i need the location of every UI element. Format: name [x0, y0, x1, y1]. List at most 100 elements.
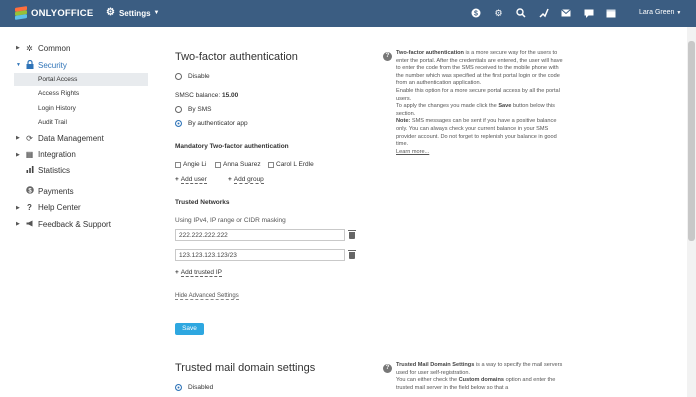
user-chip[interactable]: Angie Li: [175, 161, 207, 168]
user-chip-label: Anna Suarez: [223, 161, 261, 168]
user-icon: [175, 161, 181, 168]
hide-advanced-settings-link[interactable]: Hide Advanced Settings: [175, 293, 239, 300]
chevron-down-icon: ▼: [153, 10, 160, 16]
feed-icon[interactable]: [538, 7, 550, 19]
sidebar-item-label: Integration: [38, 150, 76, 159]
question-icon: ?: [27, 203, 32, 212]
help-term: Trusted Mail Domain Settings: [396, 362, 475, 368]
trash-icon[interactable]: [348, 230, 356, 239]
expand-arrow-icon[interactable]: ▶: [16, 135, 22, 141]
sidebar-item-feedback[interactable]: ▶ Feedback & Support: [16, 218, 111, 230]
save-button[interactable]: Save: [175, 323, 204, 335]
refresh-icon: ⟳: [26, 133, 33, 143]
user-chip[interactable]: Carol L Erdle: [268, 161, 314, 168]
user-name: Lara Green: [639, 9, 675, 16]
add-group-label: Add group: [233, 176, 264, 184]
learn-more-link[interactable]: Learn more...: [396, 149, 429, 155]
trusted-networks-title: Trusted Networks: [175, 199, 230, 206]
mail-help-text: Trusted Mail Domain Settings is a way to…: [396, 362, 566, 392]
section-title: Two-factor authentication: [175, 51, 298, 63]
plus-icon: +: [175, 176, 179, 183]
search-icon[interactable]: [515, 7, 527, 19]
add-group-link[interactable]: + Add group: [228, 176, 264, 184]
sidebar-item-label: Statistics: [38, 166, 71, 175]
sidebar-subitem-access-rights[interactable]: Access Rights: [14, 87, 148, 100]
add-trusted-ip-link[interactable]: + Add trusted IP: [175, 269, 222, 277]
help-icon: ?: [383, 52, 392, 61]
smsc-balance: SMSC balance: 15.00: [175, 92, 238, 99]
help-icon: ?: [383, 364, 392, 373]
expand-arrow-icon[interactable]: ▶: [16, 152, 22, 158]
radio-disable[interactable]: [175, 73, 182, 80]
collapse-arrow-icon[interactable]: ▼: [16, 62, 22, 68]
radio-by-sms-label: By SMS: [188, 106, 212, 113]
grid-icon: ▦: [25, 150, 34, 159]
trusted-ip-input[interactable]: 222.222.222.222: [175, 229, 345, 241]
module-switcher[interactable]: ⚙ Settings ▼: [106, 8, 159, 18]
sidebar-item-label: Data Management: [38, 133, 104, 143]
lock-icon: [25, 59, 34, 71]
user-chip[interactable]: Anna Suarez: [215, 161, 261, 168]
sidebar-subitem-portal-access[interactable]: Portal Access: [14, 73, 148, 86]
sidebar-item-label: Payments: [38, 186, 74, 196]
scrollbar[interactable]: [687, 27, 696, 397]
gear-icon: ✲: [26, 43, 33, 53]
plus-icon: +: [228, 176, 232, 183]
trusted-ip-input[interactable]: 123.123.123.123/23: [175, 249, 345, 261]
sidebar-item-common[interactable]: ▶ ✲ Common: [16, 42, 70, 54]
dollar-icon: $: [25, 186, 34, 196]
expand-arrow-icon[interactable]: ▶: [16, 221, 22, 227]
calendar-icon[interactable]: [605, 7, 617, 19]
sidebar-subitem-login-history[interactable]: Login History: [14, 102, 148, 115]
sidebar-item-label: Help Center: [38, 203, 81, 212]
trusted-networks-hint: Using IPv4, IP range or CIDR masking: [175, 217, 286, 224]
sidebar-item-statistics[interactable]: Statistics: [16, 165, 70, 177]
mail-icon[interactable]: [560, 7, 572, 19]
sidebar-item-security[interactable]: ▼ Security: [16, 59, 67, 71]
mail-section-title: Trusted mail domain settings: [175, 362, 316, 374]
trash-icon[interactable]: [348, 250, 356, 259]
help-emphasis: Custom domains: [458, 377, 505, 384]
expand-arrow-icon[interactable]: ▶: [16, 45, 22, 51]
bar-chart-icon: [25, 166, 34, 175]
add-user-link[interactable]: + Add user: [175, 176, 207, 184]
chat-icon[interactable]: [583, 7, 595, 19]
help-note-label: Note:: [396, 118, 411, 125]
radio-mail-disabled[interactable]: [175, 384, 182, 391]
plus-icon: +: [175, 269, 179, 276]
scroll-thumb[interactable]: [688, 41, 695, 241]
sidebar-subitem-audit-trail[interactable]: Audit Trail: [14, 116, 148, 129]
add-trusted-ip-label: Add trusted IP: [180, 269, 222, 277]
sidebar-item-label: Security: [38, 60, 67, 70]
help-paragraph: To apply the changes you made click the: [396, 103, 499, 110]
megaphone-icon: [25, 220, 34, 229]
expand-arrow-icon[interactable]: ▶: [16, 205, 22, 211]
module-title: Settings: [118, 8, 151, 18]
help-emphasis: Save: [498, 103, 512, 110]
tfa-help-text: Two-factor authentication is a more secu…: [396, 50, 566, 156]
user-icon: [215, 161, 221, 168]
radio-by-sms[interactable]: [175, 106, 182, 113]
sidebar-item-integration[interactable]: ▶ ▦ Integration: [16, 149, 76, 161]
help-term: Two-factor authentication: [396, 50, 464, 56]
svg-text:$: $: [474, 11, 478, 18]
sidebar-item-payments[interactable]: $ Payments: [16, 185, 74, 197]
radio-mail-disabled-label: Disabled: [188, 384, 214, 391]
sidebar: ▶ ✲ Common ▼ Security Portal Access Acce…: [0, 27, 160, 397]
help-note: SMS messages can be sent if you have a p…: [396, 118, 557, 148]
sidebar-item-label: Common: [38, 43, 71, 53]
onlyoffice-logo[interactable]: ONLYOFFICE: [14, 6, 94, 20]
sidebar-item-data-management[interactable]: ▶ ⟳ Data Management: [16, 132, 104, 144]
help-paragraph: Enable this option for a more secure por…: [396, 87, 560, 102]
user-chip-label: Carol L Erdle: [276, 161, 314, 168]
radio-by-app[interactable]: [175, 120, 182, 127]
help-icon[interactable]: $: [470, 7, 482, 19]
smsc-balance-label: SMSC balance:: [175, 92, 221, 99]
sidebar-item-help-center[interactable]: ▶ ? Help Center: [16, 202, 81, 214]
settings-icon[interactable]: ⚙: [493, 7, 505, 19]
sidebar-item-label: Feedback & Support: [38, 219, 111, 229]
logo-text: ONLYOFFICE: [31, 8, 94, 19]
user-menu[interactable]: Lara Green ▼: [639, 9, 681, 16]
gear-icon: ⚙: [106, 7, 115, 18]
radio-disable-label: Disable: [188, 73, 210, 80]
